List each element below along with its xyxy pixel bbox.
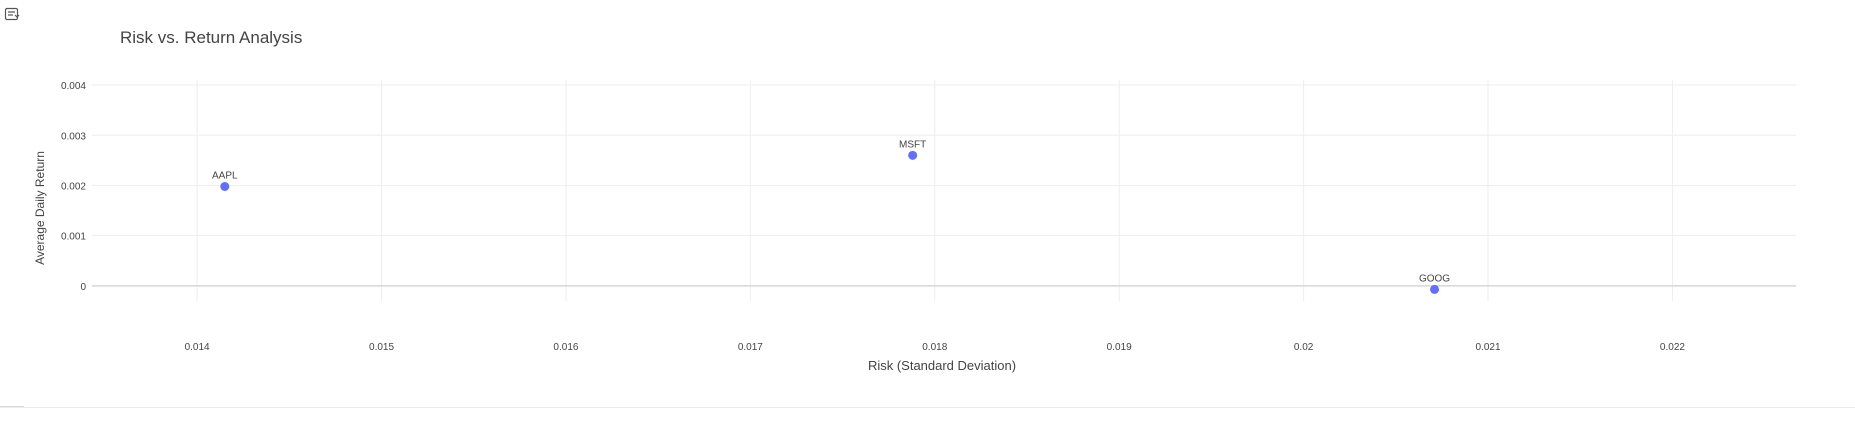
y-tick-label: 0	[80, 282, 86, 293]
x-tick-label: 0.021	[1476, 342, 1501, 353]
data-label-goog: GOOG	[1419, 273, 1450, 284]
data-points: AAPL MSFT GOOG	[212, 139, 1450, 294]
x-tick-label: 0.02	[1294, 342, 1314, 353]
x-tick-label: 0.016	[553, 342, 578, 353]
x-axis-ticks: 0.014 0.015 0.016 0.017 0.018 0.019 0.02 0.021 0…	[185, 342, 1686, 353]
x-tick-label: 0.022	[1660, 342, 1685, 353]
y-tick-label: 0.004	[61, 81, 86, 92]
data-point-msft	[908, 150, 918, 160]
x-axis-title: Risk (Standard Deviation)	[868, 358, 1016, 373]
x-tick-label: 0.015	[369, 342, 394, 353]
y-axis-title: Average Daily Return	[33, 151, 47, 265]
y-tick-label: 0.003	[61, 131, 86, 142]
y-tick-label: 0.002	[61, 181, 86, 192]
x-tick-label: 0.019	[1107, 342, 1132, 353]
grid-lines	[92, 80, 1796, 301]
x-tick-label: 0.017	[738, 342, 763, 353]
risk-return-scatter-chart: Risk vs. Return Analysis 0 0.001 0.002 0.00…	[33, 28, 1796, 373]
chart-title: Risk vs. Return Analysis	[120, 28, 302, 47]
x-tick-label: 0.014	[185, 342, 210, 353]
data-point-goog	[1430, 284, 1440, 294]
data-label-aapl: AAPL	[212, 170, 238, 181]
data-label-msft: MSFT	[899, 139, 926, 150]
y-axis-ticks: 0 0.001 0.002 0.003 0.004	[61, 81, 86, 293]
page-divider	[0, 407, 1855, 408]
data-point-aapl	[220, 181, 230, 191]
x-tick-label: 0.018	[922, 342, 947, 353]
y-tick-label: 0.001	[61, 232, 86, 243]
